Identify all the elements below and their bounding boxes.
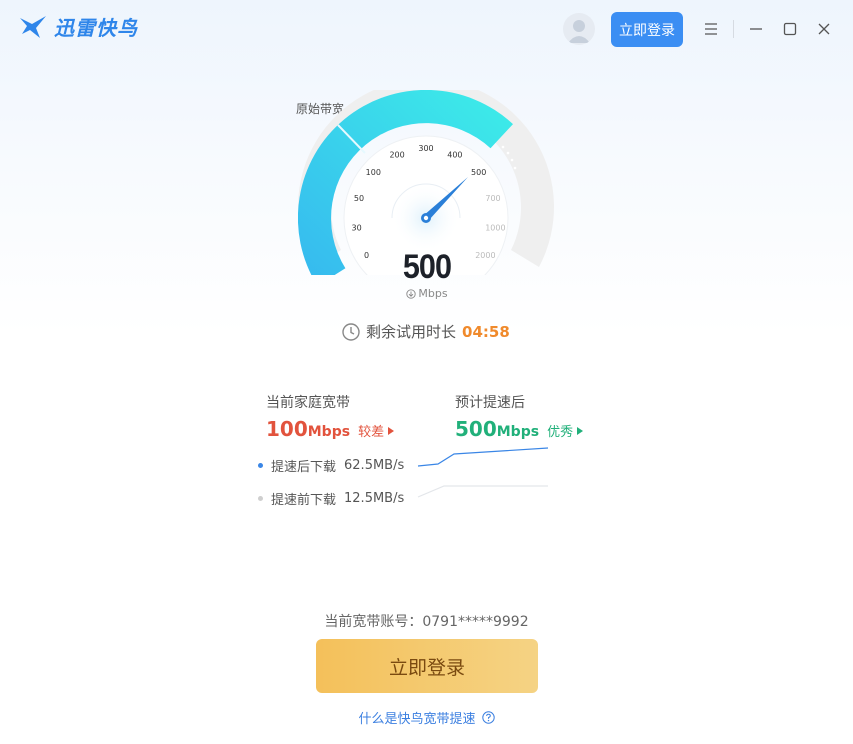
trial-time: 04:58 bbox=[462, 322, 510, 341]
gauge-tick-1000: 1000 bbox=[485, 223, 505, 232]
after-download-row: 提速后下载 62.5MB/s bbox=[258, 456, 404, 475]
help-link[interactable]: 什么是快鸟宽带提速 bbox=[0, 708, 853, 727]
gauge-tick-700: 700 bbox=[485, 194, 500, 203]
account-label: 当前宽带账号： bbox=[324, 614, 423, 630]
after-speed-unit: Mbps bbox=[496, 424, 540, 440]
current-bandwidth-label: 当前家庭宽带 bbox=[266, 395, 350, 411]
gauge-tick-50: 50 bbox=[354, 194, 364, 203]
main-login-button[interactable]: 立即登录 bbox=[316, 639, 538, 693]
current-speed-number: 100 bbox=[266, 417, 308, 441]
gauge-tick-100: 100 bbox=[366, 168, 381, 177]
current-bandwidth-value: 100Mbps 较差 bbox=[266, 417, 395, 441]
trial-remaining: 剩余试用时长 04:58 bbox=[342, 321, 510, 342]
title-separator bbox=[733, 20, 734, 38]
broadband-account: 当前宽带账号：0791*****9992 bbox=[0, 611, 853, 631]
after-boost-label: 预计提速后 bbox=[455, 395, 525, 411]
after-rating-text: 优秀 bbox=[547, 425, 574, 440]
question-icon[interactable] bbox=[481, 711, 495, 724]
after-download-label: 提速后下载 bbox=[271, 460, 337, 475]
gauge-tick-0: 0 bbox=[364, 251, 369, 260]
speed-unit-text: Mbps bbox=[418, 287, 448, 300]
close-icon[interactable] bbox=[815, 20, 833, 38]
speed-comparison-lines bbox=[417, 447, 549, 498]
after-rating: 优秀 bbox=[547, 421, 584, 440]
clock-icon bbox=[342, 322, 360, 341]
bird-logo-icon bbox=[20, 15, 46, 38]
play-triangle-icon bbox=[577, 426, 584, 435]
current-speed-unit: Mbps bbox=[307, 424, 351, 440]
after-boost-value: 500Mbps 优秀 bbox=[455, 417, 584, 441]
account-value: 0791*****9992 bbox=[422, 614, 529, 630]
before-download-row: 提速前下载 12.5MB/s bbox=[258, 489, 404, 508]
current-rating: 较差 bbox=[358, 421, 395, 440]
download-arrow-icon bbox=[406, 288, 417, 299]
current-rating-text: 较差 bbox=[358, 425, 385, 440]
maximize-icon[interactable] bbox=[781, 20, 799, 38]
gauge-tick-30: 30 bbox=[352, 223, 362, 232]
trial-label: 剩余试用时长 bbox=[366, 323, 457, 341]
gauge-tick-300: 300 bbox=[418, 144, 433, 153]
before-download-dot bbox=[258, 496, 263, 501]
speed-value: 500 bbox=[402, 248, 452, 286]
help-link-text[interactable]: 什么是快鸟宽带提速 bbox=[358, 708, 475, 727]
gauge-tick-400: 400 bbox=[447, 150, 462, 159]
after-speed-number: 500 bbox=[455, 417, 497, 441]
app-name: 迅雷快鸟 bbox=[54, 16, 138, 40]
after-download-dot bbox=[258, 463, 263, 468]
gauge-tick-500: 500 bbox=[471, 168, 486, 177]
before-speed-line bbox=[417, 485, 548, 498]
top-login-button[interactable]: 立即登录 bbox=[611, 12, 683, 47]
user-avatar-icon[interactable] bbox=[563, 13, 595, 45]
gauge-tick-200: 200 bbox=[389, 150, 404, 159]
app-logo: 迅雷快鸟 bbox=[18, 12, 138, 41]
minimize-icon[interactable] bbox=[747, 20, 765, 38]
play-triangle-icon bbox=[388, 426, 395, 435]
speed-unit: Mbps bbox=[377, 287, 477, 300]
before-download-label: 提速前下载 bbox=[271, 493, 337, 508]
menu-icon[interactable] bbox=[702, 20, 720, 38]
after-speed-line bbox=[417, 447, 549, 467]
after-download-speed: 62.5MB/s bbox=[344, 458, 405, 473]
before-download-speed: 12.5MB/s bbox=[344, 491, 405, 506]
gauge-tick-2000: 2000 bbox=[475, 251, 495, 260]
